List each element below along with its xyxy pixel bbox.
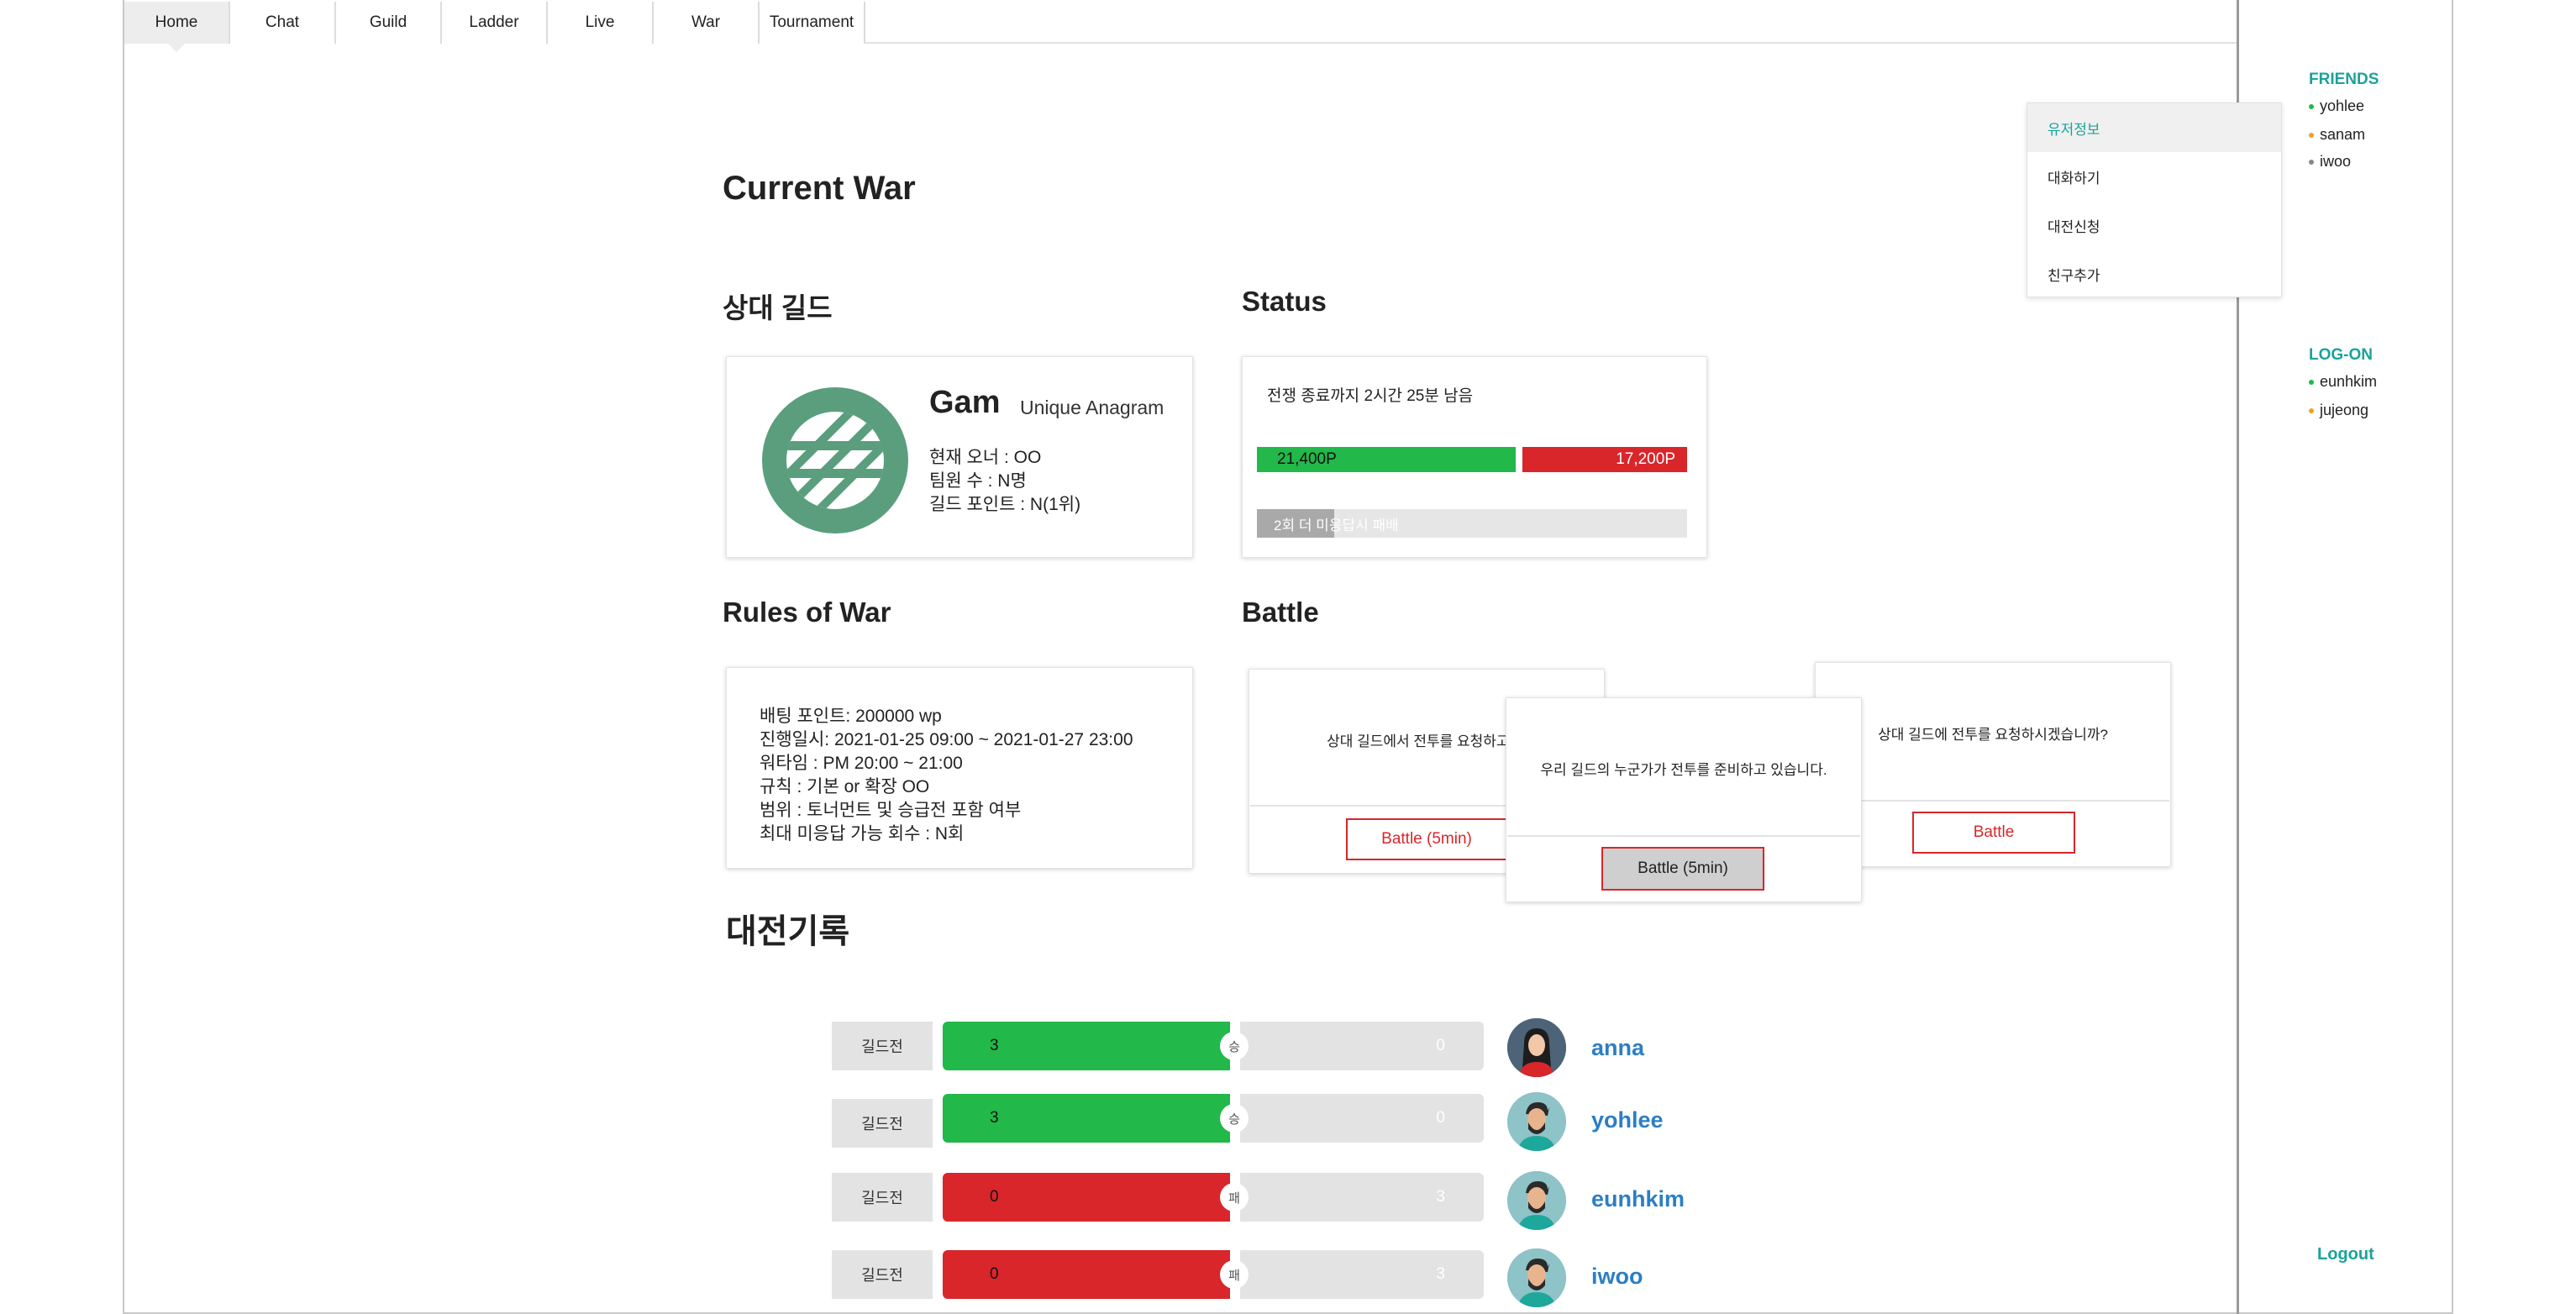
record-our-score: 0 <box>943 1173 1230 1222</box>
guild-points: 길드 포인트 : N(1위) <box>929 495 1081 514</box>
user-avatar-icon <box>1507 1171 1566 1230</box>
our-points: 21,400P <box>1277 450 1337 468</box>
menu-item-user-info[interactable]: 유저정보 <box>2027 103 2281 152</box>
friends-title: FRIENDS <box>2309 71 2379 88</box>
guild-name: Gam <box>929 385 1001 420</box>
status-dot <box>2309 159 2314 165</box>
battle-request-button[interactable]: Battle <box>1912 812 2075 854</box>
record-result-badge: 승 <box>1220 1104 1249 1133</box>
record-player-name[interactable]: anna <box>1591 1035 1644 1061</box>
war-remaining-time: 전쟁 종료까지 2시간 25분 남음 <box>1267 387 1474 405</box>
logon-name: eunhkim <box>2320 373 2378 390</box>
tab-live[interactable]: Live <box>548 2 654 44</box>
guild-emblem-icon <box>762 387 908 533</box>
divider <box>1816 800 2169 802</box>
record-their-score: 3 <box>1240 1173 1484 1222</box>
logon-item[interactable]: jujeong <box>2309 402 2368 419</box>
records-heading: 대전기록 <box>726 913 850 950</box>
friend-item[interactable]: sanam <box>2309 126 2365 144</box>
rule-line: 진행일시: 2021-01-25 09:00 ~ 2021-01-27 23:0… <box>760 730 1133 749</box>
rules-heading: Rules of War <box>723 597 891 628</box>
status-dot <box>2309 407 2314 413</box>
tab-tournament[interactable]: Tournament <box>760 2 865 44</box>
rule-line: 규칙 : 기본 or 확장 OO <box>760 777 930 796</box>
avatar[interactable] <box>1507 1171 1566 1230</box>
friend-item[interactable]: yohlee <box>2309 97 2364 115</box>
record-our-score: 3 <box>943 1094 1230 1143</box>
tab-ladder[interactable]: Ladder <box>442 2 548 44</box>
record-player-name[interactable]: eunhkim <box>1591 1186 1685 1212</box>
user-avatar-icon <box>1507 1092 1566 1151</box>
user-avatar-icon <box>1507 1018 1566 1077</box>
user-avatar-icon <box>1507 1248 1566 1307</box>
our-points-bar: 21,400P <box>1257 447 1516 472</box>
logout-button[interactable]: Logout <box>2317 1245 2374 1264</box>
forfeit-label: 2회 더 미응답시 패배 <box>1274 517 1399 533</box>
friend-name: yohlee <box>2320 97 2365 114</box>
battle-5min-pending-button[interactable]: Battle (5min) <box>1601 847 1764 891</box>
menu-item-chat[interactable]: 대화하기 <box>2027 152 2281 201</box>
battle-heading: Battle <box>1242 597 1319 628</box>
user-context-menu: 유저정보 대화하기 대전신청 친구추가 <box>2027 102 2282 297</box>
menu-item-challenge[interactable]: 대전신청 <box>2027 201 2281 250</box>
guild-owner: 현재 오너 : OO <box>929 448 1042 467</box>
record-player-name[interactable]: yohlee <box>1591 1107 1664 1133</box>
rule-line: 범위 : 토너먼트 및 승급전 포함 여부 <box>760 801 1022 820</box>
status-dot <box>2309 379 2314 385</box>
record-result-badge: 패 <box>1220 1183 1249 1212</box>
guild-members: 팀원 수 : N명 <box>929 471 1027 491</box>
their-points-bar: 17,200P <box>1522 447 1687 472</box>
rule-line: 최대 미응답 가능 회수 : N회 <box>760 824 965 844</box>
logon-item[interactable]: eunhkim <box>2309 373 2377 391</box>
status-dot <box>2309 132 2314 138</box>
forfeit-progress: 2회 더 미응답시 패배 <box>1257 509 1687 538</box>
avatar[interactable] <box>1507 1248 1566 1307</box>
logon-name: jujeong <box>2320 402 2369 418</box>
record-their-score: 0 <box>1240 1094 1484 1143</box>
logon-title: LOG-ON <box>2309 346 2373 364</box>
record-their-score: 3 <box>1240 1250 1484 1299</box>
record-result-badge: 승 <box>1220 1032 1249 1060</box>
battle-card-request-text: 상대 길드에 전투를 요청하시겠습니까? <box>1878 727 2108 743</box>
opponent-heading: 상대 길드 <box>723 292 833 323</box>
record-our-score: 3 <box>943 1022 1230 1070</box>
record-their-score: 0 <box>1240 1022 1484 1070</box>
record-player-name[interactable]: iwoo <box>1591 1264 1643 1290</box>
tab-chat[interactable]: Chat <box>230 2 336 44</box>
record-type: 길드전 <box>832 1022 933 1070</box>
status-dot <box>2309 103 2314 109</box>
friend-item[interactable]: iwoo <box>2309 153 2351 171</box>
friend-name: iwoo <box>2320 153 2352 170</box>
rule-line: 워타임 : PM 20:00 ~ 21:00 <box>760 754 963 773</box>
divider <box>1507 835 1860 837</box>
avatar[interactable] <box>1507 1092 1566 1151</box>
tab-guild[interactable]: Guild <box>336 2 442 44</box>
rule-line: 배팅 포인트: 200000 wp <box>760 707 942 726</box>
friend-name: sanam <box>2320 126 2366 143</box>
battle-5min-button[interactable]: Battle (5min) <box>1346 818 1507 860</box>
tab-war[interactable]: War <box>654 2 760 44</box>
page-title: Current War <box>723 170 916 207</box>
guild-subtitle: Unique Anagram <box>1020 397 1164 418</box>
record-type: 길드전 <box>832 1099 933 1148</box>
record-type: 길드전 <box>832 1173 933 1222</box>
status-heading: Status <box>1242 286 1327 317</box>
record-type: 길드전 <box>832 1250 933 1299</box>
record-our-score: 0 <box>943 1250 1230 1299</box>
top-nav: Home Chat Guild Ladder Live War Tourname… <box>124 2 2237 44</box>
tab-home[interactable]: Home <box>124 2 230 44</box>
battle-card-preparing-text: 우리 길드의 누군가가 전투를 준비하고 있습니다. <box>1540 762 1827 778</box>
menu-item-add-friend[interactable]: 친구추가 <box>2027 250 2281 298</box>
record-result-badge: 패 <box>1220 1260 1249 1289</box>
avatar[interactable] <box>1507 1018 1566 1077</box>
their-points: 17,200P <box>1616 450 1675 468</box>
